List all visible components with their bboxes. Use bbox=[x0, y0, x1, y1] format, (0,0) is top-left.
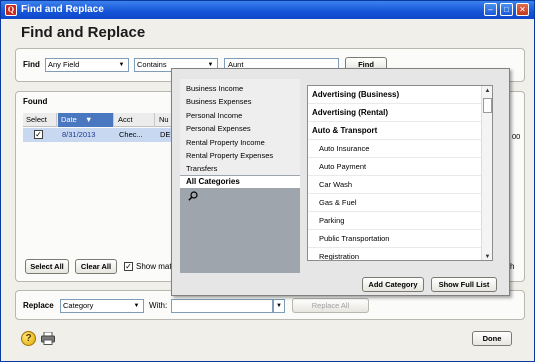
group-item[interactable]: Transfers bbox=[186, 164, 217, 173]
replace-field-select[interactable]: Category ▼ bbox=[60, 299, 144, 313]
row-acct: Chec... bbox=[119, 130, 143, 139]
list-item[interactable]: Auto Insurance bbox=[308, 140, 482, 158]
sort-descending-icon: ▼ bbox=[84, 115, 93, 124]
chevron-down-icon: ▼ bbox=[133, 303, 140, 309]
find-replace-window: Q Find and Replace – □ ✕ Find and Replac… bbox=[0, 0, 535, 362]
table-row[interactable]: ✓ 8/31/2013 Chec... DE bbox=[23, 128, 173, 142]
find-condition-value: Contains bbox=[137, 60, 167, 69]
list-item[interactable]: Car Wash bbox=[308, 176, 482, 194]
column-header-acct[interactable]: Acct bbox=[115, 113, 155, 127]
window-title: Find and Replace bbox=[21, 4, 104, 15]
list-item[interactable]: Auto & Transport bbox=[308, 122, 482, 140]
list-item[interactable]: Parking bbox=[308, 212, 482, 230]
replace-label: Replace bbox=[23, 301, 54, 310]
maximize-icon[interactable]: □ bbox=[500, 3, 513, 16]
show-full-list-button[interactable]: Show Full List bbox=[431, 277, 497, 292]
magnifier-icon[interactable] bbox=[188, 191, 198, 201]
printer-icon[interactable] bbox=[41, 331, 55, 345]
list-item[interactable]: Auto Payment bbox=[308, 158, 482, 176]
row-select-checkbox[interactable]: ✓ bbox=[34, 130, 43, 139]
with-label: With: bbox=[149, 301, 168, 310]
find-field-select[interactable]: Any Field ▼ bbox=[45, 58, 129, 72]
list-item[interactable]: Registration bbox=[308, 248, 482, 260]
title-bar[interactable]: Q Find and Replace – □ ✕ bbox=[1, 1, 534, 19]
select-all-button[interactable]: Select All bbox=[25, 259, 69, 274]
group-item[interactable]: Business Expenses bbox=[186, 97, 251, 106]
results-table-header: Select Date ▼ Acct Nu bbox=[23, 113, 173, 127]
chevron-down-icon: ▼ bbox=[276, 303, 282, 309]
row-date: 8/31/2013 bbox=[62, 130, 96, 139]
group-item[interactable]: Rental Property Income bbox=[186, 138, 265, 147]
list-item[interactable]: Advertising (Business) bbox=[308, 86, 482, 104]
list-item[interactable]: Advertising (Rental) bbox=[308, 104, 482, 122]
find-label: Find bbox=[23, 60, 40, 69]
partial-label-right: h bbox=[510, 262, 515, 271]
replace-with-input[interactable] bbox=[171, 299, 273, 313]
quicken-app-icon: Q bbox=[5, 4, 17, 16]
minimize-icon[interactable]: – bbox=[484, 3, 497, 16]
find-field-value: Any Field bbox=[48, 60, 80, 69]
group-item[interactable]: Personal Income bbox=[186, 111, 242, 120]
scroll-down-icon[interactable]: ▼ bbox=[482, 252, 492, 260]
column-header-select[interactable]: Select bbox=[23, 113, 57, 127]
category-group-panel: Business Income Business Expenses Person… bbox=[180, 79, 300, 273]
group-item[interactable]: Personal Expenses bbox=[186, 124, 251, 133]
group-item[interactable]: Rental Property Expenses bbox=[186, 151, 273, 160]
scroll-up-icon[interactable]: ▲ bbox=[482, 86, 492, 96]
done-button[interactable]: Done bbox=[472, 331, 512, 346]
list-item[interactable]: Public Transportation bbox=[308, 230, 482, 248]
row-num: DE bbox=[160, 130, 171, 139]
show-matches-label: Show mat bbox=[136, 262, 172, 271]
replace-field-value: Category bbox=[63, 301, 94, 310]
category-scrollbar[interactable]: ▲ ▼ bbox=[481, 86, 492, 260]
category-list[interactable]: Advertising (Business) Advertising (Rent… bbox=[307, 85, 493, 261]
row-amount-partial: 00 bbox=[512, 132, 521, 141]
add-category-button[interactable]: Add Category bbox=[362, 277, 424, 292]
found-label: Found bbox=[23, 97, 48, 106]
scroll-thumb[interactable] bbox=[483, 98, 492, 113]
replace-with-picker[interactable]: ▼ bbox=[273, 299, 285, 313]
close-icon[interactable]: ✕ bbox=[516, 3, 529, 16]
list-item[interactable]: Gas & Fuel bbox=[308, 194, 482, 212]
category-group-list: Business Income Business Expenses Person… bbox=[180, 79, 300, 175]
column-header-date[interactable]: Date ▼ bbox=[58, 113, 114, 127]
clear-all-button[interactable]: Clear All bbox=[75, 259, 117, 274]
replace-all-button[interactable]: Replace All bbox=[292, 298, 369, 313]
chevron-down-icon: ▼ bbox=[118, 62, 125, 68]
help-icon[interactable]: ? bbox=[21, 331, 36, 346]
category-picker-popup: Business Income Business Expenses Person… bbox=[171, 68, 510, 296]
group-item[interactable]: Business Income bbox=[186, 84, 243, 93]
page-title: Find and Replace bbox=[21, 24, 146, 41]
show-matches-checkbox[interactable]: ✓ bbox=[124, 262, 133, 271]
column-header-date-label: Date bbox=[61, 115, 77, 124]
group-item-all-categories[interactable]: All Categories bbox=[180, 176, 300, 188]
